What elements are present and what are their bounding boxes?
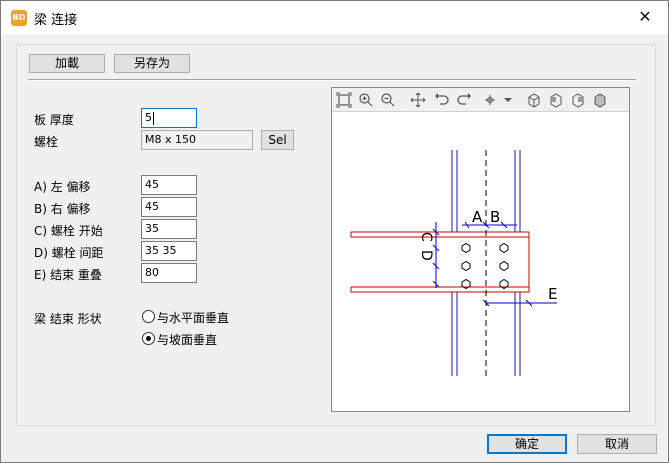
app-icon: BD [11,10,27,26]
radio-horizontal[interactable] [142,310,155,323]
view4-icon[interactable] [592,92,608,108]
bolt-select-button[interactable]: Sel [261,130,294,150]
bolt-spacing-label: D) 螺栓 间距 [34,246,104,260]
right-offset-input[interactable]: 45 [141,197,197,217]
end-overlap-label: E) 结束 重叠 [34,268,102,282]
bolt-field: M8 x 150 [141,130,253,150]
title-bar: BD 梁 连接 ✕ [1,1,668,34]
radio-slope-label[interactable]: 与坡面垂直 [157,331,217,348]
plate-thickness-label: 板 厚度 [34,113,74,127]
undo-view-icon[interactable] [434,92,450,108]
preview-toolbar [332,88,629,112]
dim-label-c: C [418,232,434,242]
preview-panel: A B C D E [331,87,630,412]
bolt-start-label: C) 螺栓 开始 [34,224,103,238]
zoom-extents-icon[interactable] [336,92,352,108]
bolt-start-input[interactable]: 35 [141,219,197,239]
end-plate [435,236,530,288]
beam-connection-dialog: BD 梁 连接 ✕ 加載 另存为 板 厚度 5 螺栓 M8 x 150 Sel … [0,0,669,463]
load-button[interactable]: 加載 [29,54,105,73]
zoom-in-icon[interactable] [358,92,374,108]
dropdown-icon[interactable] [500,92,516,108]
snap-icon[interactable] [482,92,498,108]
radio-slope[interactable] [142,332,155,345]
bolt-spacing-input[interactable]: 35 35 [141,241,197,261]
separator [28,79,636,81]
dim-label-e: E [548,285,557,303]
left-offset-input[interactable]: 45 [141,175,197,195]
pan-icon[interactable] [410,92,426,108]
beam-top-flange [350,231,530,238]
view3-icon[interactable] [570,92,586,108]
save-as-button[interactable]: 另存为 [114,54,190,73]
cancel-button[interactable]: 取消 [577,434,657,454]
right-offset-label: B) 右 偏移 [34,202,91,216]
left-offset-label: A) 左 偏移 [34,180,91,194]
dim-label-a: A [472,208,483,226]
redo-view-icon[interactable] [456,92,472,108]
connection-drawing: A B C D E [350,150,557,376]
view2-icon[interactable] [548,92,564,108]
radio-horizontal-label[interactable]: 与水平面垂直 [157,309,229,326]
ok-button[interactable]: 确定 [487,434,567,454]
close-button[interactable]: ✕ [622,1,668,33]
view1-icon[interactable] [526,92,542,108]
zoom-out-icon[interactable] [380,92,396,108]
plate-thickness-input[interactable]: 5 [141,108,197,128]
end-overlap-input[interactable]: 80 [141,263,197,283]
window-title: 梁 连接 [34,13,78,28]
dim-label-b: B [490,208,500,226]
dim-label-d: D [418,250,434,261]
end-shape-label: 梁 结束 形状 [34,312,102,326]
bolt-label: 螺栓 [34,135,59,149]
